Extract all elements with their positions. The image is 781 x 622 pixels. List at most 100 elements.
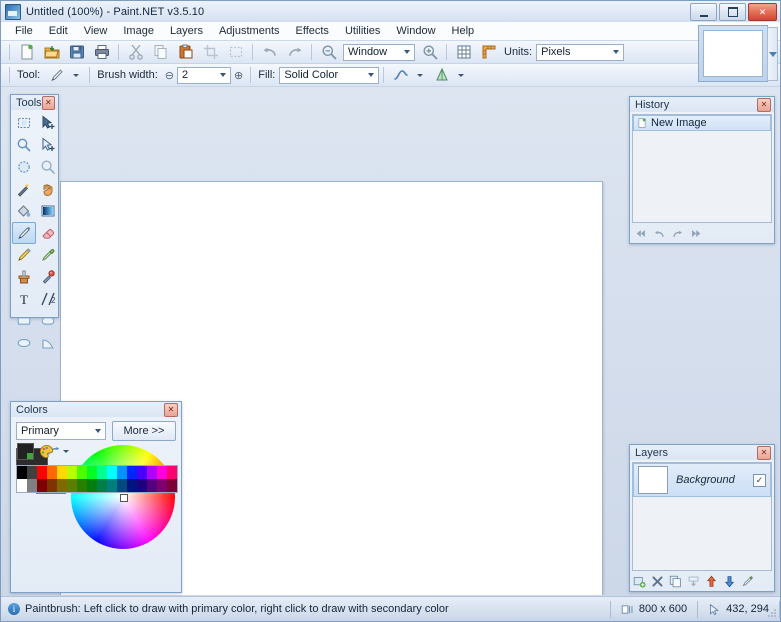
- zoom-level-combo[interactable]: Window: [343, 44, 415, 61]
- palette-swatch[interactable]: [157, 479, 167, 492]
- thumbnail-scroll-handle[interactable]: [767, 27, 778, 81]
- palette-swatch[interactable]: [127, 479, 137, 492]
- minimize-button[interactable]: [690, 3, 717, 21]
- gradient-tool[interactable]: [36, 200, 60, 222]
- menu-utilities[interactable]: Utilities: [337, 23, 388, 39]
- brush-width-decrease-button[interactable]: ⊖: [165, 69, 174, 82]
- history-item[interactable]: New Image: [633, 115, 771, 131]
- zoom-out-button[interactable]: [317, 41, 340, 63]
- palette-swatch[interactable]: [37, 466, 47, 479]
- palette-chevron-icon[interactable]: [63, 450, 69, 453]
- palette-swatch[interactable]: [117, 466, 127, 479]
- text-tool[interactable]: T: [12, 288, 36, 310]
- undo-button[interactable]: [258, 41, 281, 63]
- eraser-tool[interactable]: [36, 222, 60, 244]
- menu-layers[interactable]: Layers: [162, 23, 211, 39]
- color-wheel[interactable]: [71, 445, 175, 549]
- palette-icon[interactable]: [39, 444, 54, 459]
- palette-swatch[interactable]: [27, 479, 37, 492]
- rectangle-select-tool[interactable]: [12, 112, 36, 134]
- layer-visibility-checkbox[interactable]: ✓: [753, 474, 766, 487]
- palette-swatch[interactable]: [27, 466, 37, 479]
- zoom-in-button[interactable]: [418, 41, 441, 63]
- recolor-tool[interactable]: [36, 266, 60, 288]
- palette-swatch[interactable]: [47, 466, 57, 479]
- redo-button[interactable]: [283, 41, 306, 63]
- lasso-select-tool[interactable]: [12, 134, 36, 156]
- grid-toggle-button[interactable]: [452, 41, 475, 63]
- maximize-button[interactable]: [719, 3, 746, 21]
- palette-swatch[interactable]: [107, 466, 117, 479]
- history-panel-close-button[interactable]: ✕: [757, 98, 771, 112]
- palette-swatch[interactable]: [117, 479, 127, 492]
- move-layer-up-button[interactable]: [705, 575, 718, 588]
- palette-swatch[interactable]: [167, 479, 177, 492]
- save-image-button[interactable]: [65, 41, 88, 63]
- palette-swatch[interactable]: [57, 466, 67, 479]
- palette-swatch[interactable]: [77, 479, 87, 492]
- freeform-shape-tool[interactable]: [36, 332, 60, 354]
- delete-layer-button[interactable]: [651, 575, 664, 588]
- color-wheel-cursor[interactable]: [120, 494, 128, 502]
- palette-swatch[interactable]: [17, 479, 27, 492]
- menu-file[interactable]: File: [7, 23, 41, 39]
- history-rewind-button[interactable]: [636, 228, 647, 239]
- color-palette-grid[interactable]: [16, 465, 178, 493]
- palette-swatch[interactable]: [97, 479, 107, 492]
- print-image-button[interactable]: [90, 41, 113, 63]
- palette-swatch[interactable]: [97, 466, 107, 479]
- image-thumbnail[interactable]: [703, 30, 763, 77]
- brush-width-increase-button[interactable]: ⊕: [234, 69, 243, 82]
- palette-swatch[interactable]: [67, 466, 77, 479]
- palette-swatch[interactable]: [147, 479, 157, 492]
- color-picker-tool[interactable]: [36, 244, 60, 266]
- paint-bucket-tool[interactable]: [12, 200, 36, 222]
- paste-button[interactable]: [174, 41, 197, 63]
- deselect-all-button[interactable]: [224, 41, 247, 63]
- ellipse-select-tool[interactable]: [12, 156, 36, 178]
- palette-swatch[interactable]: [157, 466, 167, 479]
- clone-stamp-tool[interactable]: [12, 266, 36, 288]
- palette-swatch[interactable]: [87, 479, 97, 492]
- rectangle-shape-tool[interactable]: [12, 310, 36, 332]
- resize-grip-icon[interactable]: [767, 608, 777, 618]
- menu-window[interactable]: Window: [388, 23, 443, 39]
- line-curve-tool[interactable]: 2: [36, 288, 60, 310]
- antialiasing-button[interactable]: [389, 64, 412, 86]
- pan-tool[interactable]: [36, 178, 60, 200]
- close-button[interactable]: ✕: [748, 3, 777, 21]
- crop-to-selection-button[interactable]: [199, 41, 222, 63]
- duplicate-layer-button[interactable]: [669, 575, 682, 588]
- merge-layer-down-button[interactable]: [687, 575, 700, 588]
- brush-width-combo[interactable]: 2: [177, 67, 231, 84]
- zoom-tool[interactable]: [36, 156, 60, 178]
- copy-button[interactable]: [149, 41, 172, 63]
- menu-help[interactable]: Help: [444, 23, 483, 39]
- fill-style-combo[interactable]: Solid Color: [279, 67, 379, 84]
- colors-panel-close-button[interactable]: ✕: [164, 403, 178, 417]
- blend-mode-chevron-icon[interactable]: [458, 74, 464, 77]
- image-thumbnail-panel[interactable]: [698, 25, 768, 82]
- add-new-layer-button[interactable]: [633, 575, 646, 588]
- magic-wand-tool[interactable]: [12, 178, 36, 200]
- layers-list[interactable]: Background ✓: [632, 462, 772, 571]
- palette-swatch[interactable]: [77, 466, 87, 479]
- menu-edit[interactable]: Edit: [41, 23, 76, 39]
- layer-item[interactable]: Background ✓: [633, 463, 771, 497]
- palette-swatch[interactable]: [87, 466, 97, 479]
- palette-swatch[interactable]: [137, 479, 147, 492]
- tool-dropdown-chevron-icon[interactable]: [73, 74, 79, 77]
- palette-swatch[interactable]: [107, 479, 117, 492]
- palette-swatch[interactable]: [57, 479, 67, 492]
- palette-swatch[interactable]: [167, 466, 177, 479]
- paintbrush-tool[interactable]: [12, 222, 36, 244]
- history-fastforward-button[interactable]: [690, 228, 701, 239]
- rulers-toggle-button[interactable]: [477, 41, 500, 63]
- layer-properties-button[interactable]: [741, 575, 754, 588]
- move-layer-down-button[interactable]: [723, 575, 736, 588]
- ellipse-shape-tool[interactable]: [12, 332, 36, 354]
- history-undo-button[interactable]: [654, 228, 665, 239]
- blend-mode-button[interactable]: [430, 64, 453, 86]
- move-selected-tool[interactable]: [36, 112, 60, 134]
- new-image-button[interactable]: [15, 41, 38, 63]
